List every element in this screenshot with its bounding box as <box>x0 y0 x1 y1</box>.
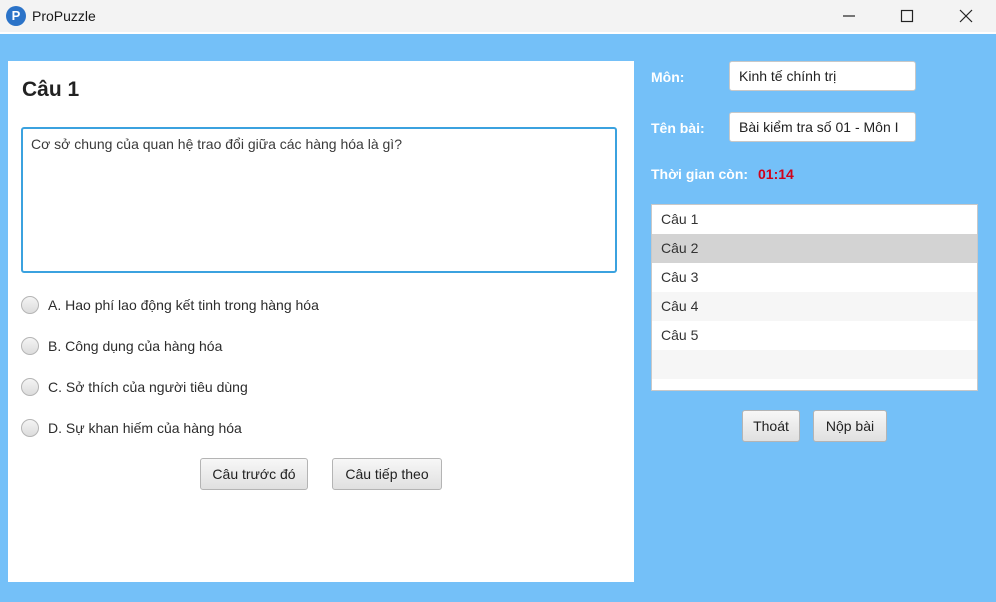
question-list-item-1[interactable]: Câu 1 <box>652 205 977 234</box>
content-area: Câu 1 Cơ sở chung của quan hệ trao đổi g… <box>0 34 996 602</box>
title-bar: P ProPuzzle <box>0 0 996 32</box>
option-d[interactable]: D. Sự khan hiếm của hàng hóa <box>21 417 242 439</box>
previous-question-button[interactable]: Câu trước đó <box>200 458 308 490</box>
subject-field[interactable]: Kinh tế chính trị <box>729 61 916 91</box>
app-logo-icon: P <box>6 6 26 26</box>
time-remaining-label: Thời gian còn: <box>651 166 749 182</box>
minimize-icon <box>843 15 855 17</box>
subject-label: Môn: <box>651 69 685 85</box>
option-b[interactable]: B. Công dụng của hàng hóa <box>21 335 222 357</box>
option-c-label: C. Sở thích của người tiêu dùng <box>48 379 248 395</box>
option-d-label: D. Sự khan hiếm của hàng hóa <box>48 420 242 436</box>
question-list-item-5[interactable]: Câu 5 <box>652 321 977 350</box>
option-a-radio[interactable] <box>21 296 39 314</box>
test-name-label: Tên bài: <box>651 120 705 136</box>
question-list-item-4[interactable]: Câu 4 <box>652 292 977 321</box>
maximize-icon <box>900 9 914 23</box>
next-question-button[interactable]: Câu tiếp theo <box>332 458 442 490</box>
window-title: ProPuzzle <box>32 8 96 24</box>
question-panel: Câu 1 Cơ sở chung của quan hệ trao đổi g… <box>8 61 634 582</box>
exit-button[interactable]: Thoát <box>742 410 800 442</box>
test-name-field[interactable]: Bài kiểm tra số 01 - Môn I <box>729 112 916 142</box>
minimize-button[interactable] <box>826 0 872 32</box>
question-title: Câu 1 <box>22 78 80 101</box>
option-b-radio[interactable] <box>21 337 39 355</box>
question-text-area[interactable]: Cơ sở chung của quan hệ trao đổi giữa cá… <box>21 127 617 273</box>
option-d-radio[interactable] <box>21 419 39 437</box>
question-list-item-2[interactable]: Câu 2 <box>652 234 977 263</box>
close-icon <box>959 9 973 23</box>
maximize-button[interactable] <box>884 0 930 32</box>
close-button[interactable] <box>943 0 989 32</box>
question-list[interactable]: Câu 1 Câu 2 Câu 3 Câu 4 Câu 5 <box>651 204 978 391</box>
option-a-label: A. Hao phí lao động kết tinh trong hàng … <box>48 297 319 313</box>
option-c-radio[interactable] <box>21 378 39 396</box>
option-a[interactable]: A. Hao phí lao động kết tinh trong hàng … <box>21 294 319 316</box>
option-b-label: B. Công dụng của hàng hóa <box>48 338 223 354</box>
option-c[interactable]: C. Sở thích của người tiêu dùng <box>21 376 248 398</box>
submit-button[interactable]: Nộp bài <box>813 410 887 442</box>
time-remaining-value: 01:14 <box>758 166 794 182</box>
question-list-item-3[interactable]: Câu 3 <box>652 263 977 292</box>
question-list-empty-row <box>652 350 977 379</box>
